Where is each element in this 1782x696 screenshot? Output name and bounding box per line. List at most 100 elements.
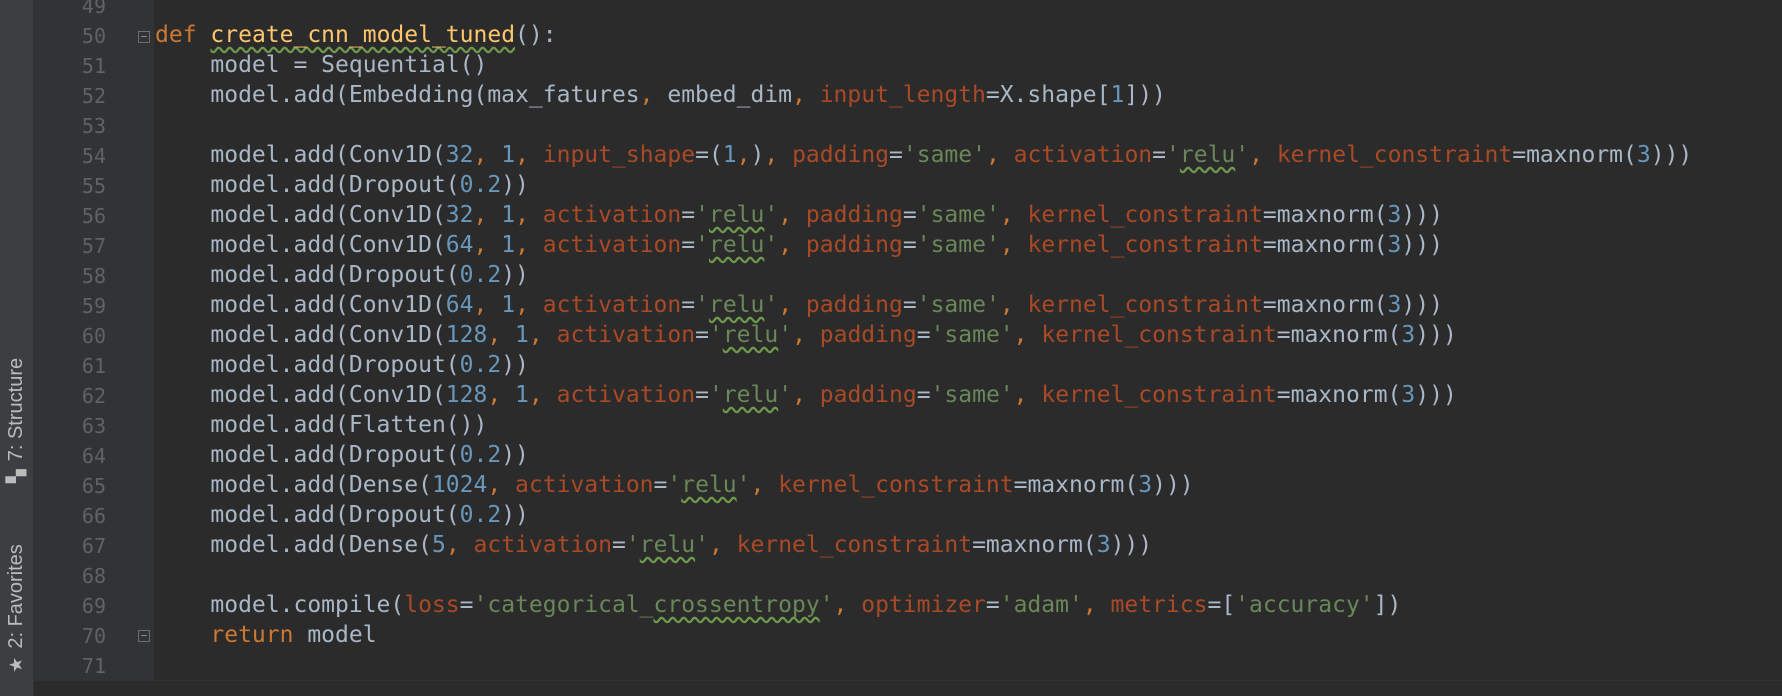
structure-icon: ▚ xyxy=(6,468,27,483)
code-token: 1 xyxy=(501,142,516,168)
code-line[interactable]: model.add(Conv1D(64, 1, activation='relu… xyxy=(155,290,1443,320)
code-token: 1024 xyxy=(431,472,488,498)
code-token: model.add(Dropout( xyxy=(155,502,460,528)
code-token: , xyxy=(487,382,516,408)
code-token: = xyxy=(612,532,626,558)
code-token: ' xyxy=(764,202,779,228)
fold-end-icon[interactable] xyxy=(138,630,150,642)
code-token: = xyxy=(916,382,931,408)
code-token: , xyxy=(736,142,751,168)
code-token: ' xyxy=(1166,142,1180,168)
code-token: , xyxy=(473,142,502,168)
code-token: model xyxy=(293,622,377,648)
code-token: relu xyxy=(1179,142,1236,168)
code-token: ' xyxy=(695,202,709,228)
code-line[interactable]: model.compile(loss='categorical_crossent… xyxy=(155,590,1401,620)
code-line[interactable]: model.add(Dropout(0.2)) xyxy=(155,170,529,200)
code-token: ))) xyxy=(1650,142,1693,168)
code-token: 1 xyxy=(515,382,529,408)
code-token: , xyxy=(792,322,820,348)
code-token: relu xyxy=(639,532,696,558)
fold-collapse-icon[interactable] xyxy=(138,31,150,43)
code-token: model.add(Conv1D( xyxy=(155,142,446,168)
code-token: , xyxy=(999,202,1028,228)
code-line[interactable]: model.add(Conv1D(32, 1, activation='relu… xyxy=(155,200,1443,230)
code-token: ))) xyxy=(1152,472,1194,498)
code-token: 3 xyxy=(1096,532,1111,558)
line-number: 66 xyxy=(81,504,106,528)
code-token: model.add(Conv1D( xyxy=(155,202,446,228)
code-line[interactable]: model.add(Dense(1024, activation='relu',… xyxy=(155,470,1194,500)
code-token: 32 xyxy=(445,202,474,228)
code-line[interactable]: model.add(Dropout(0.2)) xyxy=(155,350,529,380)
line-number: 58 xyxy=(81,264,106,288)
code-token: ])) xyxy=(1124,82,1166,108)
code-token: )) xyxy=(501,172,529,198)
code-token: = xyxy=(695,382,709,408)
code-token: activation xyxy=(473,532,612,558)
code-token: kernel_constraint xyxy=(1041,322,1277,348)
code-token: 1 xyxy=(501,202,516,228)
favorites-tool-button[interactable]: ★ 2: Favorites xyxy=(0,520,33,696)
code-token: , xyxy=(528,322,557,348)
horizontal-scrollbar[interactable] xyxy=(34,680,1782,696)
code-line[interactable]: model.add(Dropout(0.2)) xyxy=(155,500,529,530)
code-token: relu xyxy=(722,322,779,348)
code-token: , xyxy=(833,592,862,618)
code-token: , xyxy=(708,532,737,558)
code-token: relu xyxy=(708,232,765,258)
code-token: activation xyxy=(1013,142,1153,168)
code-token: 0.2 xyxy=(459,352,502,378)
code-token: =maxnorm( xyxy=(972,532,1097,558)
code-line[interactable]: def create_cnn_model_tuned(): xyxy=(155,20,557,50)
code-token: 'categorical_ xyxy=(473,592,654,618)
code-token: 1 xyxy=(501,292,516,318)
line-number: 63 xyxy=(81,414,106,438)
line-number: 69 xyxy=(81,594,106,618)
code-line[interactable]: model = Sequential() xyxy=(155,50,487,80)
code-line[interactable]: model.add(Dropout(0.2)) xyxy=(155,260,529,290)
code-token: activation xyxy=(542,232,682,258)
code-line[interactable]: model.add(Dropout(0.2)) xyxy=(155,440,529,470)
code-token: 3 xyxy=(1387,202,1402,228)
structure-tool-button[interactable]: ▚ 7: Structure xyxy=(0,330,33,510)
code-token: , xyxy=(1082,592,1111,618)
code-token: , xyxy=(764,142,793,168)
code-line[interactable]: model.add(Dense(5, activation='relu', ke… xyxy=(155,530,1152,560)
code-token: kernel_constraint xyxy=(1027,232,1263,258)
code-token: model.compile( xyxy=(155,592,405,618)
code-line[interactable]: model.add(Conv1D(64, 1, activation='relu… xyxy=(155,230,1443,260)
code-token: kernel_constraint xyxy=(1027,292,1263,318)
code-line[interactable]: model.add(Embedding(max_fatures, embed_d… xyxy=(155,80,1166,110)
code-token: input_shape xyxy=(542,142,696,168)
code-token: , xyxy=(473,232,502,258)
code-line[interactable]: return model xyxy=(155,620,377,650)
code-line[interactable]: model.add(Conv1D(32, 1, input_shape=(1,)… xyxy=(155,140,1692,170)
code-token: ))) xyxy=(1401,202,1443,228)
code-token: 3 xyxy=(1401,322,1416,348)
code-token: , xyxy=(791,82,820,108)
code-line[interactable]: model.add(Conv1D(128, 1, activation='rel… xyxy=(155,320,1456,350)
line-number: 57 xyxy=(81,234,106,258)
code-token: relu xyxy=(708,292,765,318)
code-token: model.add(Conv1D( xyxy=(155,232,446,258)
code-token: 64 xyxy=(445,232,474,258)
code-token: activation xyxy=(542,202,682,228)
code-token: kernel_constraint xyxy=(1027,202,1263,228)
code-token: model.add(Dense( xyxy=(155,532,432,558)
code-line[interactable]: model.add(Conv1D(128, 1, activation='rel… xyxy=(155,380,1456,410)
code-token: kernel_constraint xyxy=(778,472,1014,498)
code-token: , xyxy=(999,232,1028,258)
code-token: 3 xyxy=(1138,472,1153,498)
line-number: 65 xyxy=(81,474,106,498)
ide-window: ▚ 7: Structure ★ 2: Favorites 49 50 51 52 53… xyxy=(0,0,1782,696)
code-token: , xyxy=(473,202,502,228)
code-token: =maxnorm( xyxy=(1276,382,1402,408)
code-line[interactable]: model.add(Flatten()) xyxy=(155,410,487,440)
code-editor[interactable]: def create_cnn_model_tuned(): model = Se… xyxy=(155,0,1782,696)
code-token: ' xyxy=(778,382,793,408)
line-number-gutter[interactable]: 49 50 51 52 53 54 55 56 57 58 59 60 61 62 63 64 65 66 67 68… xyxy=(34,0,154,696)
code-token: 3 xyxy=(1387,292,1402,318)
code-token: ' xyxy=(708,382,723,408)
code-token: loss xyxy=(404,592,460,618)
